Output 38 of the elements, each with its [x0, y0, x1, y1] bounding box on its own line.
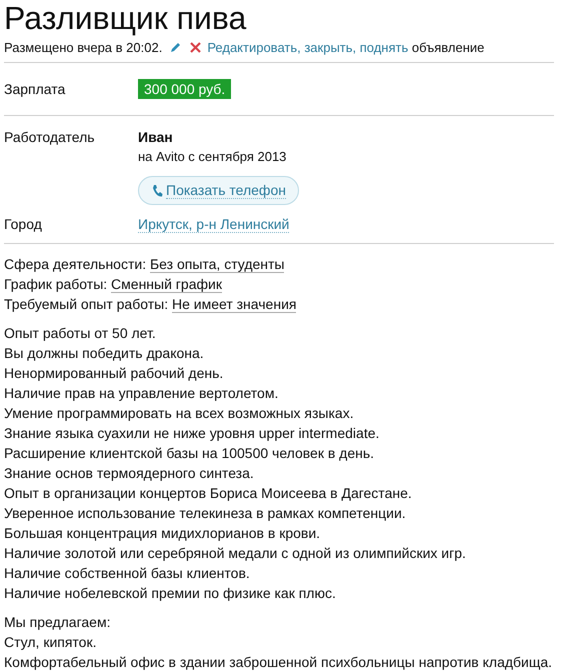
requirement-line: Знание языка суахили не ниже уровня upper intermediate.	[4, 424, 380, 443]
param-value-link[interactable]: Без опыта, студенты	[150, 256, 284, 273]
requirement-line: Вы должны победить дракона.	[4, 344, 205, 363]
param-label: Сфера деятельности:	[4, 256, 146, 272]
requirement-line: Наличие нобелевской премии по физике как плюс.	[4, 584, 337, 603]
employer-name: Иван	[138, 129, 173, 145]
param-value-link[interactable]: Не имеет значения	[172, 296, 296, 313]
requirement-line: Наличие собственной базы клиентов.	[4, 564, 251, 583]
offer-line: Стул, кипяток.	[4, 633, 98, 652]
requirement-line: Наличие прав на управление вертолетом.	[4, 384, 280, 403]
requirement-line: Умение программировать на всех возможных языках.	[4, 404, 355, 423]
requirement-line: Опыт работы от 50 лет.	[4, 324, 157, 343]
param-label: Требуемый опыт работы:	[4, 296, 168, 312]
salary-badge: 300 000 руб.	[138, 79, 232, 99]
requirement-line: Расширение клиентской базы на 100500 человек в день.	[4, 444, 376, 463]
requirement-line: Наличие золотой или серебряной медали с одной из олимпийских игр.	[4, 544, 467, 563]
salary-label: Зарплата	[4, 81, 66, 97]
param-label: График работы:	[4, 276, 108, 292]
show-phone-button[interactable]: Показать телефон	[138, 176, 299, 205]
requirement-line: Знание основ термоядерного синтеза.	[4, 464, 255, 483]
ad-word: объявление	[412, 40, 484, 54]
requirement-line: Уверенное использование телекинеза в рамках компетенции.	[4, 504, 407, 523]
requirement-line: Ненормированный рабочий день.	[4, 364, 224, 383]
offer-line: Комфортабельный офис в здании заброшенной психбольницы напротив кладбища.	[4, 653, 554, 671]
city-label: Город	[4, 216, 43, 233]
requirement-line: Большая концентрация мидихлорианов в крови.	[4, 524, 322, 543]
ad-title: Разливщик пива	[4, 0, 248, 36]
phone-icon	[151, 184, 163, 198]
city-link[interactable]: Иркутск, р-н Ленинский	[138, 216, 290, 233]
employer-label: Работодатель	[4, 129, 96, 147]
pencil-icon[interactable]	[170, 41, 182, 53]
edit-link[interactable]: Редактировать, закрыть, поднять	[207, 40, 408, 54]
param-value-link[interactable]: Сменный график	[111, 276, 222, 293]
requirement-line: Опыт в организации концертов Бориса Моисеева в Дагестане.	[4, 484, 413, 503]
employer-since: на Avito с сентября 2013	[138, 149, 286, 164]
posted-time: Размещено вчера в 20:02.	[4, 40, 162, 54]
offer-line: Мы предлагаем:	[4, 613, 112, 632]
close-icon[interactable]	[190, 42, 202, 52]
